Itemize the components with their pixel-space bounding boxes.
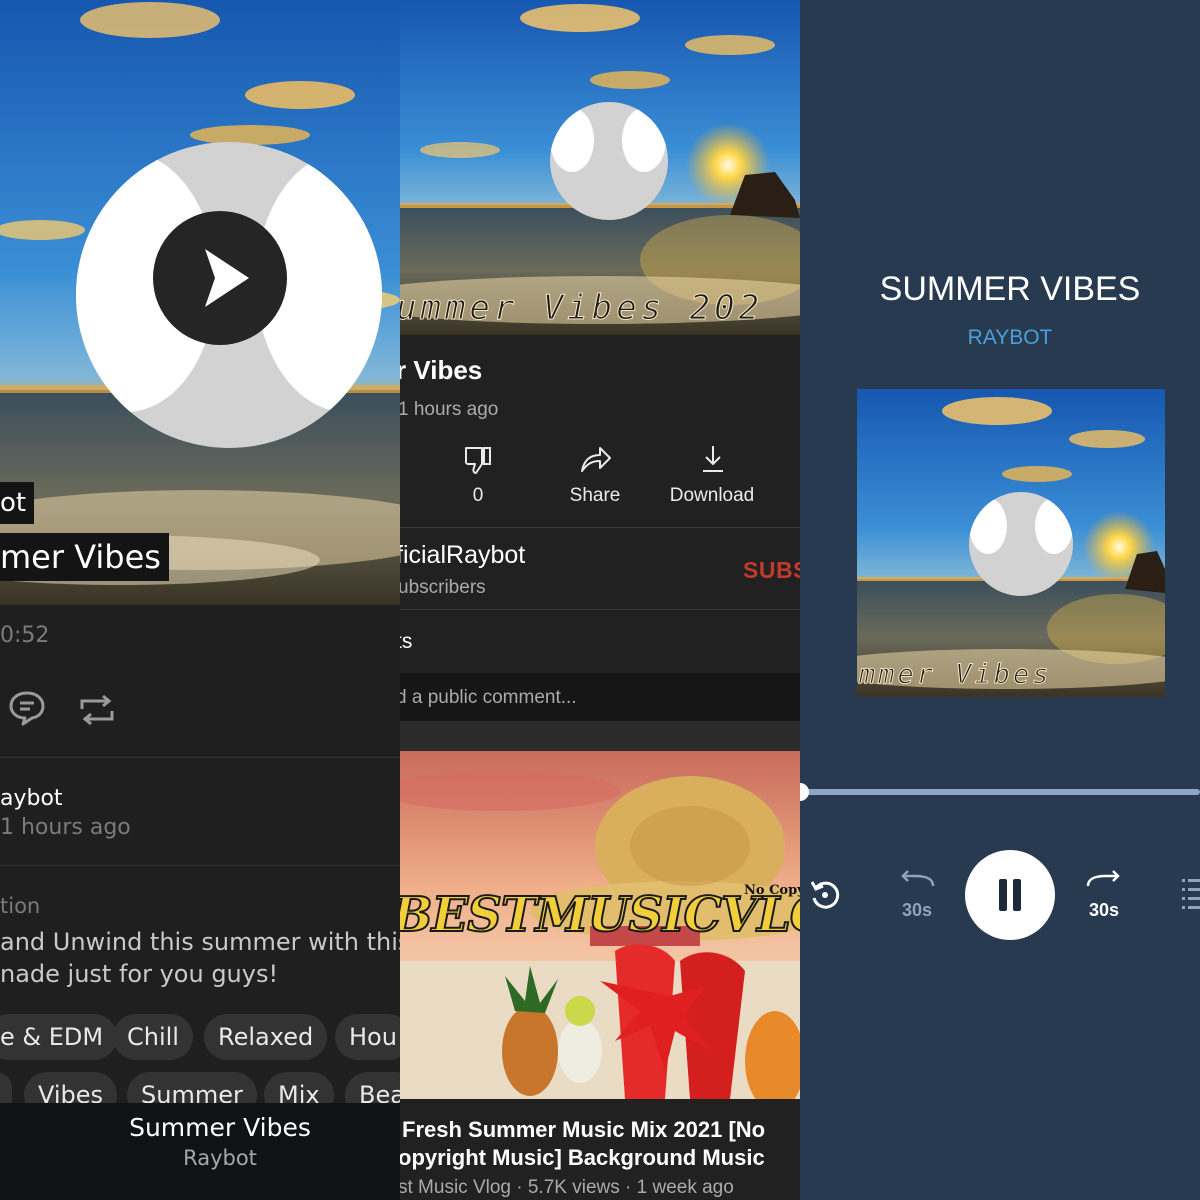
- episode-artwork: mmer Vibes: [857, 389, 1165, 697]
- episode-artist[interactable]: RAYBOT: [800, 326, 1200, 350]
- progress-thumb[interactable]: [800, 783, 809, 801]
- progress-bar[interactable]: [800, 783, 1200, 801]
- thumbnail-badge: No Copyright: [744, 883, 800, 898]
- comments-header[interactable]: ts: [400, 630, 412, 654]
- description-text: nade just for you guys!: [0, 960, 279, 988]
- rewind-label: 30s: [901, 900, 933, 920]
- description-label: tion: [0, 894, 41, 918]
- share-label: Share: [569, 485, 621, 506]
- play-icon: [205, 249, 249, 307]
- download-icon: [703, 446, 723, 472]
- video-player[interactable]: ummer Vibes 202: [400, 0, 800, 335]
- posted-time: 1 hours ago: [0, 815, 131, 840]
- soundcloud-panel: ot mer Vibes 0:52 aybot 1 hours ago tion…: [0, 0, 400, 1200]
- rewind-30-button[interactable]: 30s: [893, 866, 941, 926]
- comment-placeholder: d a public comment...: [400, 687, 577, 708]
- thumbnail-text: ummer Vibes 202: [400, 288, 764, 329]
- title-tag: mer Vibes: [0, 533, 169, 581]
- share-button[interactable]: Share: [555, 440, 635, 512]
- divider: [400, 609, 800, 610]
- playlist-icon[interactable]: [1180, 876, 1200, 910]
- share-icon: [581, 447, 611, 472]
- mini-player-title: Summer Vibes: [129, 1113, 311, 1142]
- download-label: Download: [669, 485, 755, 506]
- forward-label: 30s: [1088, 900, 1120, 920]
- artist-tag: ot: [0, 482, 35, 524]
- artwork-text: mmer Vibes: [859, 659, 1052, 691]
- next-video-title[interactable]: Fresh Summer Music Mix 2021 [No: [402, 1117, 765, 1143]
- logo-badge: [550, 102, 668, 220]
- duration-label: 0:52: [0, 623, 50, 648]
- forward-icon: [1086, 870, 1120, 887]
- divider: [0, 865, 400, 866]
- thumbnail-brand: BESTMUSICVLO: [400, 886, 800, 944]
- thumbs-down-icon: [464, 447, 491, 474]
- youtube-panel: ummer Vibes 202 r Vibes 1 hours ago 0 Sh…: [400, 0, 800, 1200]
- subscribe-button[interactable]: SUBS: [743, 557, 800, 584]
- replay-icon[interactable]: [808, 878, 842, 912]
- video-posted: 1 hours ago: [400, 399, 499, 420]
- tag-chip[interactable]: e & EDM: [0, 1014, 118, 1060]
- next-video-title[interactable]: opyright Music] Background Music: [400, 1145, 765, 1171]
- forward-30-button[interactable]: 30s: [1080, 866, 1128, 926]
- next-video-thumbnail[interactable]: BESTMUSICVLO No Copyright: [400, 751, 800, 1099]
- pause-icon: [999, 879, 1021, 911]
- rewind-icon: [901, 870, 935, 887]
- play-button[interactable]: [153, 211, 287, 345]
- comment-input[interactable]: d a public comment...: [400, 673, 800, 721]
- mini-player[interactable]: Summer Vibes Raybot: [0, 1103, 400, 1200]
- subscriber-count: ubscribers: [400, 577, 486, 598]
- tag-chip[interactable]: Chill: [113, 1014, 193, 1060]
- download-button[interactable]: Download: [662, 440, 762, 512]
- section-gap: [400, 721, 800, 751]
- logo-badge: [969, 492, 1073, 596]
- dislike-button[interactable]: 0: [438, 440, 518, 512]
- description-text: and Unwind this summer with this: [0, 928, 400, 956]
- episode-title: SUMMER VIBES: [879, 270, 1141, 308]
- tag-chip[interactable]: Hou: [335, 1014, 400, 1060]
- pause-button[interactable]: [965, 850, 1055, 940]
- repost-icon[interactable]: [76, 693, 118, 727]
- podcast-player-panel: SUMMER VIBES RAYBOT mmer Vibes 30s 30s: [800, 0, 1200, 1200]
- divider: [0, 757, 400, 758]
- channel-name[interactable]: ficialRaybot: [400, 541, 525, 570]
- tag-chip[interactable]: Relaxed: [204, 1014, 328, 1060]
- uploader-name[interactable]: aybot: [0, 786, 63, 811]
- divider: [400, 527, 800, 528]
- next-video-meta: st Music Vlog · 5.7K views · 1 week ago: [400, 1177, 734, 1198]
- dislike-count: 0: [472, 485, 484, 506]
- mini-player-artist: Raybot: [183, 1146, 257, 1170]
- comment-icon[interactable]: [8, 690, 46, 726]
- video-title: r Vibes: [400, 355, 483, 385]
